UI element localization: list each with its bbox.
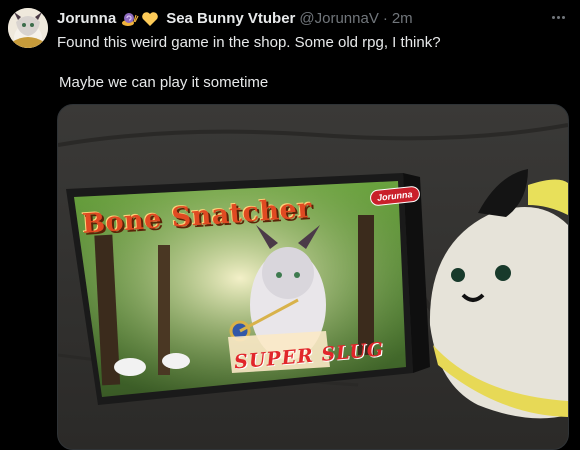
tweet-photo[interactable]: Bone Snatcher Jorunna SUPER SLUG [57, 104, 569, 450]
separator: · [382, 10, 388, 27]
photo-scene [58, 105, 568, 449]
snail-icon [121, 10, 139, 28]
display-name-suffix[interactable]: Sea Bunny Vtuber [166, 9, 295, 29]
tweet-text-line: Found this weird game in the shop. Some … [57, 34, 441, 51]
tweet-text-line: Maybe we can play it sometime [59, 74, 269, 91]
tweet-header: Jorunna Sea Bunny Vtuber @JorunnaV · 2m [57, 9, 413, 29]
display-name[interactable]: Jorunna [57, 9, 116, 29]
yellow-heart-icon [141, 10, 159, 28]
avatar[interactable] [8, 8, 48, 48]
tweet[interactable]: Jorunna Sea Bunny Vtuber @JorunnaV · 2m … [0, 0, 580, 450]
more-options-icon[interactable] [548, 8, 568, 26]
avatar-image [8, 8, 48, 48]
tweet-text: Found this weird game in the shop. Some … [57, 33, 557, 93]
user-handle[interactable]: @JorunnaV [299, 9, 378, 29]
timestamp[interactable]: 2m [392, 9, 413, 29]
